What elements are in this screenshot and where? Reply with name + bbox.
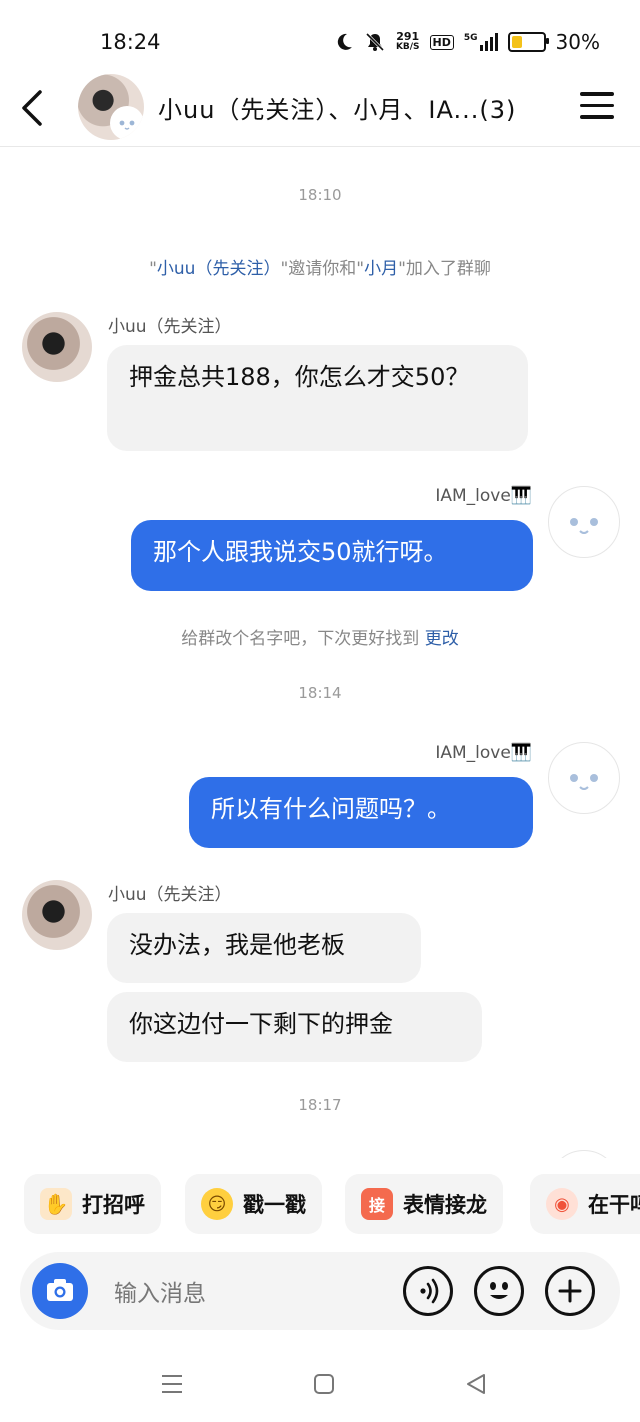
timestamp: 18:10 bbox=[298, 186, 342, 204]
sender-name: IAM_love🎹 bbox=[435, 486, 532, 506]
group-avatar[interactable] bbox=[78, 74, 144, 140]
status-bar: 18:24 291 KB/S HD 5G 30% bbox=[0, 0, 640, 80]
message-bubble[interactable]: 你这边付一下剩下的押金 bbox=[107, 992, 482, 1062]
recents-menu-icon[interactable] bbox=[160, 1372, 184, 1396]
menu-icon[interactable] bbox=[580, 92, 614, 122]
system-nav-bar bbox=[0, 1360, 640, 1410]
battery-icon bbox=[507, 32, 549, 52]
chat-title[interactable]: 小uu（先关注）、小月、IA...(3) bbox=[158, 90, 516, 125]
wave-hand-icon: ✋ bbox=[40, 1188, 72, 1220]
sender-name: 小uu（先关注） bbox=[108, 885, 232, 905]
net-speed: 291 KB/S bbox=[395, 30, 420, 52]
voice-button[interactable] bbox=[403, 1266, 453, 1316]
plus-icon bbox=[558, 1279, 582, 1303]
avatar-xiaouu[interactable] bbox=[22, 880, 92, 950]
sender-name: IAM_love🎹 bbox=[435, 743, 532, 763]
avatar-xiaouu[interactable] bbox=[22, 312, 92, 382]
back-arrow-icon[interactable] bbox=[18, 88, 48, 128]
message-bubble[interactable]: 那个人跟我说交50就行呀。 bbox=[131, 520, 533, 591]
message-bubble[interactable]: 所以有什么问题吗？。 bbox=[189, 777, 533, 848]
sender-name: 小uu（先关注） bbox=[108, 317, 232, 337]
message-bubble[interactable]: 没办法，我是他老板 bbox=[107, 913, 421, 983]
input-bar: 输入消息 bbox=[20, 1252, 620, 1330]
quick-action-sticker-relay[interactable]: 接 表情接龙 bbox=[345, 1174, 503, 1234]
timestamp: 18:17 bbox=[298, 1096, 342, 1114]
smiley-icon bbox=[490, 1282, 508, 1299]
voice-wave-icon bbox=[420, 1278, 439, 1304]
message-bubble[interactable]: 押金总共188，你怎么才交50？ bbox=[107, 345, 528, 451]
battery-percent: 30% bbox=[555, 30, 600, 54]
hd-badge: HD bbox=[429, 34, 454, 50]
smile-face-icon bbox=[570, 774, 598, 790]
message-list[interactable]: 18:10 "小uu（先关注）"邀请你和"小月"加入了群聊 小uu（先关注） 押… bbox=[0, 146, 640, 1158]
chat-header: 小uu（先关注）、小月、IA...(3) bbox=[0, 70, 640, 147]
camera-button[interactable] bbox=[32, 1263, 88, 1319]
sticker-relay-icon: 接 bbox=[361, 1188, 393, 1220]
mute-bell-icon bbox=[365, 32, 384, 52]
rename-notice: 给群改个名字吧，下次更好找到 更改 bbox=[181, 629, 459, 649]
message-input[interactable]: 输入消息 bbox=[114, 1274, 206, 1308]
plus-button[interactable] bbox=[545, 1266, 595, 1316]
quick-action-bar[interactable]: ✋ 打招呼 😏 戳一戳 接 表情接龙 ◉ 在干吗 bbox=[0, 1174, 640, 1236]
home-square-icon[interactable] bbox=[312, 1372, 336, 1396]
emoji-button[interactable] bbox=[474, 1266, 524, 1316]
quick-action-greet[interactable]: ✋ 打招呼 bbox=[24, 1174, 161, 1234]
camera-icon bbox=[47, 1279, 73, 1301]
back-triangle-icon[interactable] bbox=[464, 1372, 488, 1396]
status-time: 18:24 bbox=[100, 30, 161, 54]
rename-link[interactable]: 更改 bbox=[425, 629, 459, 649]
quick-action-doing[interactable]: ◉ 在干吗 bbox=[530, 1174, 640, 1234]
avatar-self[interactable] bbox=[548, 742, 620, 814]
moon-icon bbox=[337, 33, 352, 50]
poke-face-icon: 😏 bbox=[201, 1188, 233, 1220]
quick-action-poke[interactable]: 😏 戳一戳 bbox=[185, 1174, 322, 1234]
smile-face-icon bbox=[570, 518, 598, 534]
camera-film-icon: ◉ bbox=[546, 1188, 578, 1220]
timestamp: 18:14 bbox=[298, 684, 342, 702]
signal-icon: 5G bbox=[464, 33, 498, 51]
avatar-self[interactable] bbox=[548, 486, 620, 558]
avatar-self-partial bbox=[548, 1150, 620, 1158]
invite-notice: "小uu（先关注）"邀请你和"小月"加入了群聊 bbox=[149, 259, 491, 279]
